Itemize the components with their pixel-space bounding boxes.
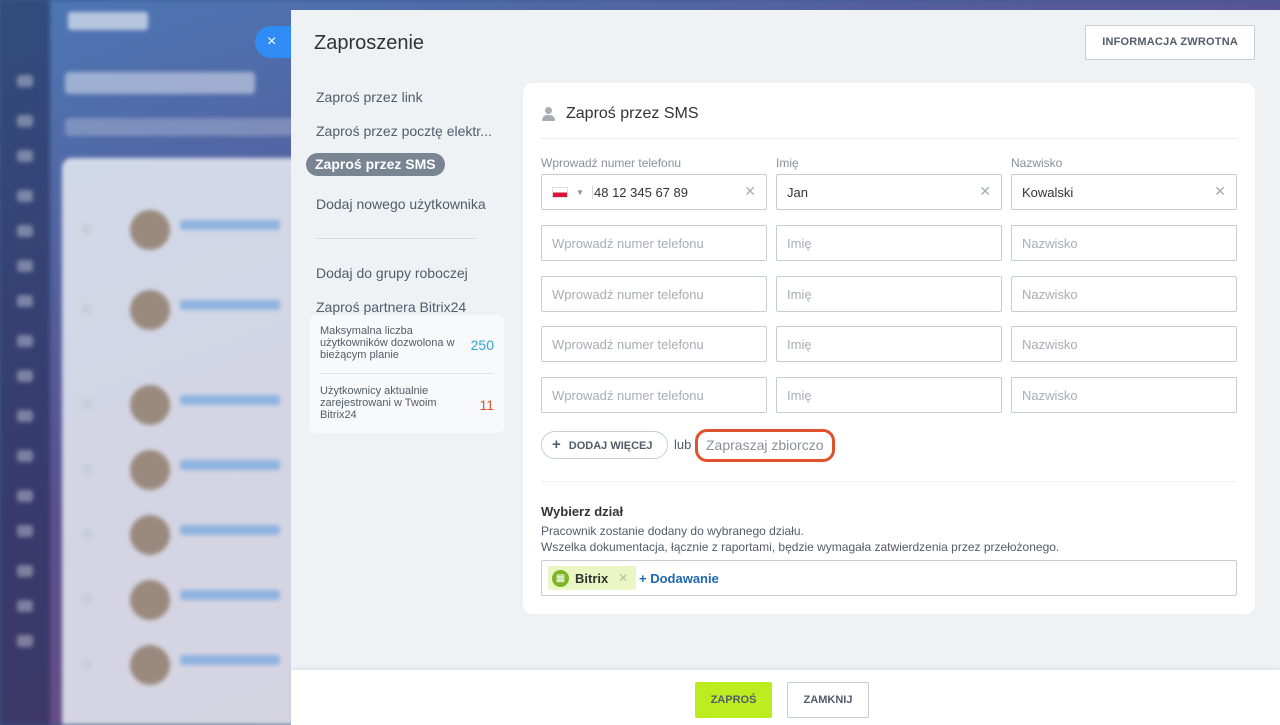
menu-item-invite-sms[interactable]: Zaproś przez SMS [306, 153, 445, 176]
invite-slider: Zaproszenie INFORMACJA ZWROTNA Zaproś pr… [291, 10, 1280, 725]
poland-flag-icon [552, 186, 568, 198]
last-name-input[interactable]: Nazwisko [1011, 225, 1237, 261]
last-name-input[interactable]: Nazwisko [1011, 377, 1237, 413]
first-name-input[interactable]: Imię [776, 377, 1002, 413]
close-icon: × [267, 33, 277, 50]
feedback-button[interactable]: INFORMACJA ZWROTNA [1085, 25, 1255, 60]
phone-input[interactable]: Wprowadź numer telefonu [541, 276, 767, 312]
card-heading-label: Zaproś przez SMS [566, 105, 699, 122]
mass-invite-link[interactable]: Zapraszaj zbiorczo [695, 429, 835, 462]
add-department-link[interactable]: + Dodawanie [639, 571, 719, 586]
background-rail [0, 0, 50, 725]
section-divider [541, 481, 1237, 482]
background-search [65, 118, 295, 136]
first-name-input[interactable]: Imię [776, 326, 1002, 362]
clear-icon[interactable]: ✕ [979, 183, 991, 200]
invite-menu: Zaproś przez link Zaproś przez pocztę el… [306, 80, 506, 324]
last-name-value: Kowalski [1022, 185, 1074, 200]
card-heading: Zaproś przez SMS [541, 105, 698, 123]
phone-input[interactable]: Wprowadź numer telefonu [541, 377, 767, 413]
or-text: lub [674, 437, 692, 452]
phone-column-label: Wprowadź numer telefonu [541, 156, 682, 170]
last-name-input[interactable]: Nazwisko [1011, 276, 1237, 312]
menu-item-invite-email[interactable]: Zaproś przez pocztę elektr... [306, 114, 506, 148]
phone-input[interactable]: ▼ 48 12 345 67 89 ✕ [541, 174, 767, 210]
plus-icon: + [552, 436, 561, 453]
max-users-label: Maksymalna liczba użytkowników dozwolona… [320, 325, 455, 361]
current-users-value: 11 [479, 397, 494, 413]
country-selector[interactable]: ▼ [552, 185, 593, 199]
menu-item-add-user[interactable]: Dodaj nowego użytkownika [306, 187, 506, 221]
add-more-button[interactable]: + DODAJ WIĘCEJ [541, 431, 668, 459]
invite-button[interactable]: ZAPROŚ [695, 682, 772, 718]
menu-item-invite-link[interactable]: Zaproś przez link [306, 80, 506, 114]
last-name-column-label: Nazwisko [1011, 156, 1063, 170]
remove-tag-icon[interactable]: ✕ [618, 571, 628, 585]
department-selector[interactable]: ▦ Bitrix ✕ + Dodawanie [541, 560, 1237, 596]
add-more-label: DODAJ WIĘCEJ [568, 440, 653, 452]
first-name-input[interactable]: Imię [776, 276, 1002, 312]
max-users-limit: Maksymalna liczba użytkowników dozwolona… [320, 325, 496, 361]
background-logo [68, 12, 148, 30]
card-divider [541, 138, 1237, 139]
user-icon [541, 106, 557, 122]
footer-bar: ZAPROŚ ZAMKNIJ [291, 670, 1280, 725]
chevron-down-icon: ▼ [576, 187, 584, 197]
current-users-limit: Użytkownicy aktualnie zarejestrowani w T… [320, 385, 496, 421]
menu-item-add-workgroup[interactable]: Dodaj do grupy roboczej [306, 256, 506, 290]
phone-value: 48 12 345 67 89 [594, 185, 688, 200]
limits-divider [320, 373, 494, 374]
page-title: Zaproszenie [314, 32, 425, 54]
first-name-input[interactable]: Imię [776, 225, 1002, 261]
current-users-label: Użytkownicy aktualnie zarejestrowani w T… [320, 385, 437, 421]
close-button[interactable]: ZAMKNIJ [787, 682, 869, 718]
department-icon: ▦ [552, 569, 569, 587]
department-tag[interactable]: ▦ Bitrix ✕ [548, 566, 637, 590]
first-name-input[interactable]: Jan ✕ [776, 174, 1002, 210]
phone-input[interactable]: Wprowadź numer telefonu [541, 225, 767, 261]
max-users-value: 250 [470, 337, 494, 353]
clear-icon[interactable]: ✕ [744, 183, 756, 200]
background-title [65, 72, 255, 94]
department-description: Pracownik zostanie dodany do wybranego d… [541, 524, 1060, 554]
last-name-input[interactable]: Nazwisko [1011, 326, 1237, 362]
department-title: Wybierz dział [541, 504, 624, 519]
last-name-input[interactable]: Kowalski ✕ [1011, 174, 1237, 210]
user-limits-panel: Maksymalna liczba użytkowników dozwolona… [310, 315, 504, 433]
department-tag-label: Bitrix [575, 570, 609, 586]
sms-invite-card: Zaproś przez SMS Wprowadź numer telefonu… [523, 83, 1255, 614]
first-name-column-label: Imię [776, 156, 799, 170]
menu-divider [316, 238, 476, 239]
phone-input[interactable]: Wprowadź numer telefonu [541, 326, 767, 362]
clear-icon[interactable]: ✕ [1214, 183, 1226, 200]
first-name-value: Jan [787, 185, 808, 200]
